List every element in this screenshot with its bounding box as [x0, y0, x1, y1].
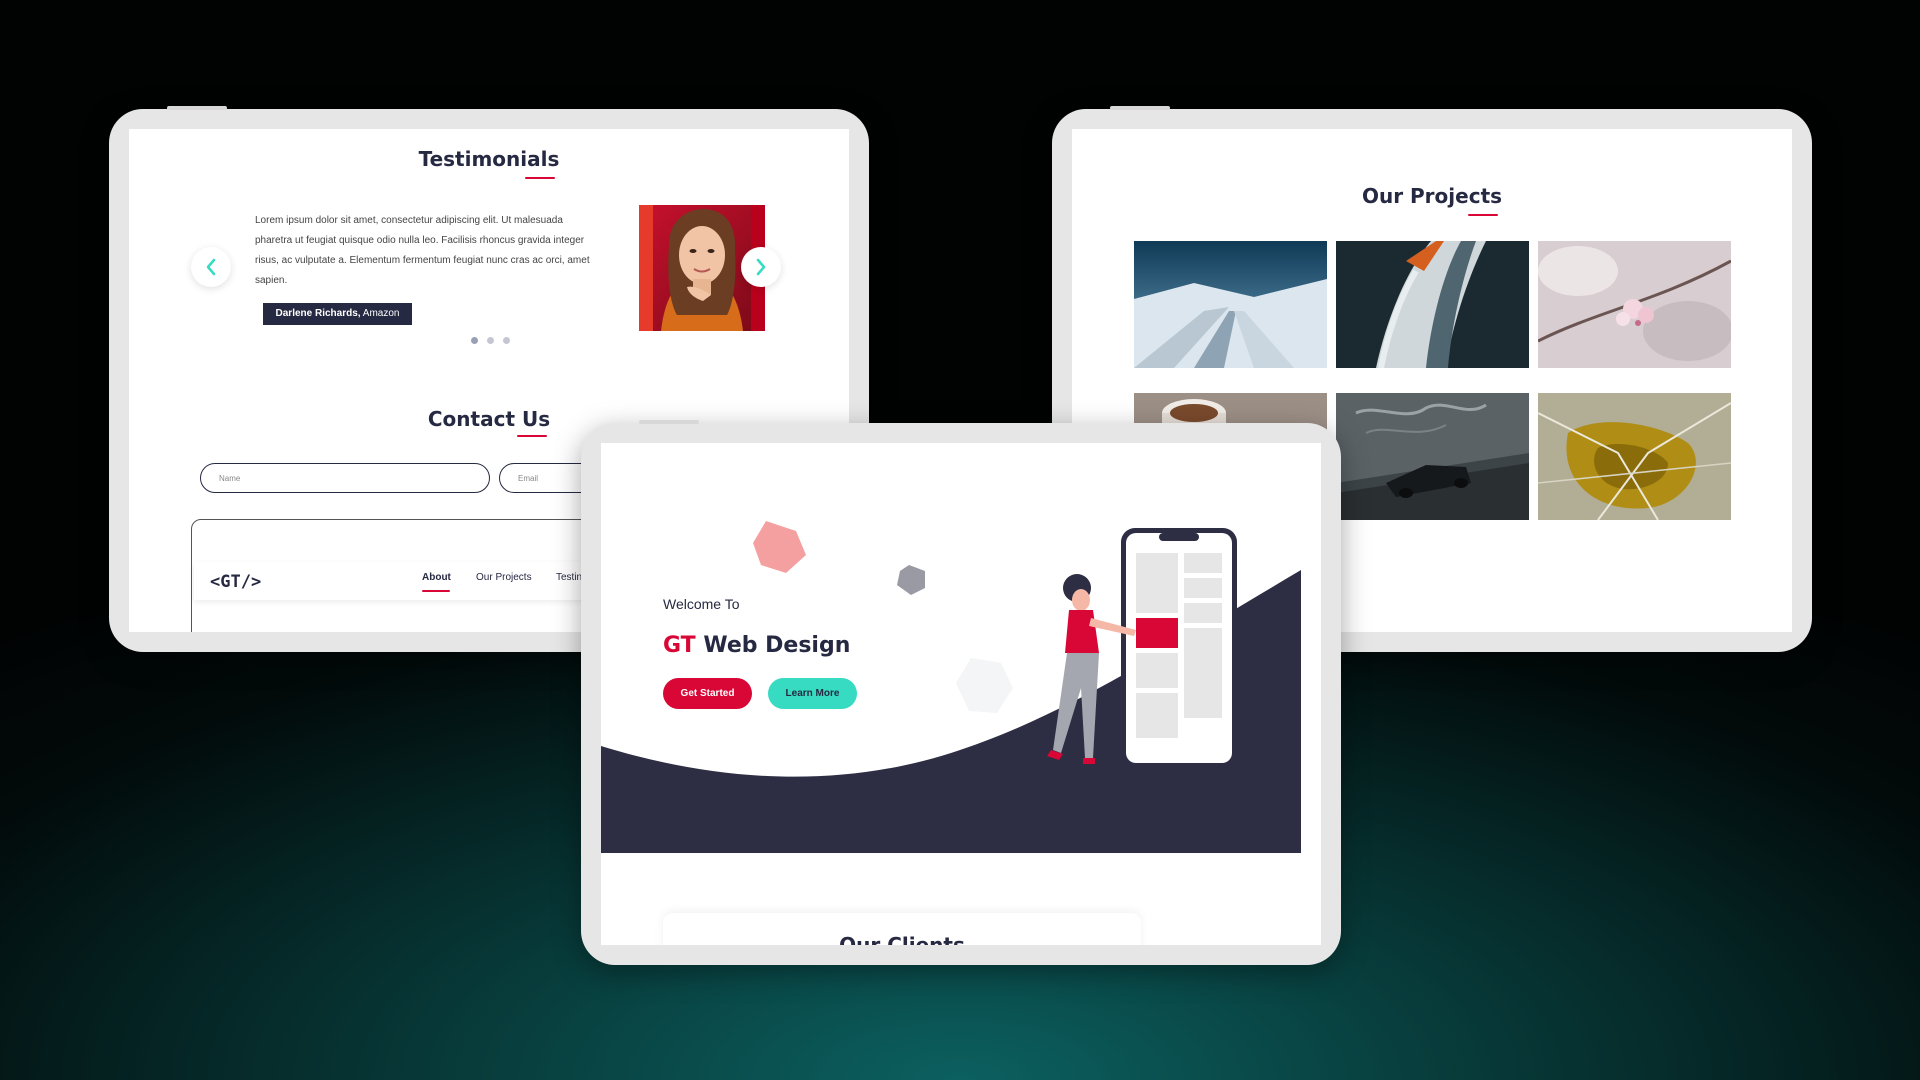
projects-title: Our Projects — [1361, 184, 1503, 208]
author-company: Amazon — [360, 308, 400, 319]
carousel-dot-3[interactable] — [503, 337, 510, 344]
nav-link-projects[interactable]: Our Projects — [476, 572, 532, 583]
author-name: Darlene Richards, — [275, 308, 361, 319]
tablet-button — [1110, 106, 1170, 110]
hero-welcome-text: Welcome To — [663, 596, 740, 612]
nav-active-underline — [422, 590, 450, 592]
clients-section: Our Clients — [663, 913, 1141, 945]
project-image-bird-feathers[interactable] — [1336, 241, 1529, 368]
carousel-dot-1[interactable] — [471, 337, 478, 344]
clients-title: Our Clients — [839, 933, 965, 945]
hero-title-rest: Web Design — [695, 633, 851, 658]
next-testimonial-button[interactable] — [741, 247, 781, 287]
hero-title-accent: GT — [663, 633, 696, 658]
contact-title: Contact Us — [427, 407, 551, 431]
chevron-right-icon — [756, 258, 766, 276]
testimonial-author: Darlene Richards, Amazon — [263, 303, 412, 325]
testimonials-title: Testimonials — [418, 147, 560, 171]
learn-more-button[interactable]: Learn More — [768, 678, 857, 709]
projects-title-underline — [1468, 214, 1498, 216]
tablet-button — [639, 420, 699, 424]
project-image-blossom[interactable] — [1538, 241, 1731, 368]
tablet-button — [167, 106, 227, 110]
name-input[interactable]: Name — [200, 463, 490, 493]
hero-title: GT Web Design — [663, 633, 850, 658]
nav-link-about[interactable]: About — [422, 572, 451, 583]
project-image-snowy-road[interactable] — [1134, 241, 1327, 368]
nav-link-testimonials[interactable]: Testin — [556, 572, 582, 583]
prev-testimonial-button[interactable] — [191, 247, 231, 287]
tablet-hero: Welcome To GT Web Design Get Started Lea… — [581, 420, 1341, 965]
testimonial-quote: Lorem ipsum dolor sit amet, consectetur … — [255, 215, 590, 286]
title-underline — [525, 177, 555, 179]
phone-illustration — [1047, 528, 1237, 768]
carousel-dot-2[interactable] — [487, 337, 494, 344]
chevron-left-icon — [206, 258, 216, 276]
project-image-aerial-water[interactable] — [1538, 393, 1731, 520]
project-image-car-graffiti[interactable] — [1336, 393, 1529, 520]
contact-title-underline — [517, 435, 547, 437]
site-logo[interactable]: <GT/> — [210, 572, 261, 592]
hero-screen: Welcome To GT Web Design Get Started Lea… — [601, 443, 1321, 945]
get-started-button[interactable]: Get Started — [663, 678, 752, 709]
